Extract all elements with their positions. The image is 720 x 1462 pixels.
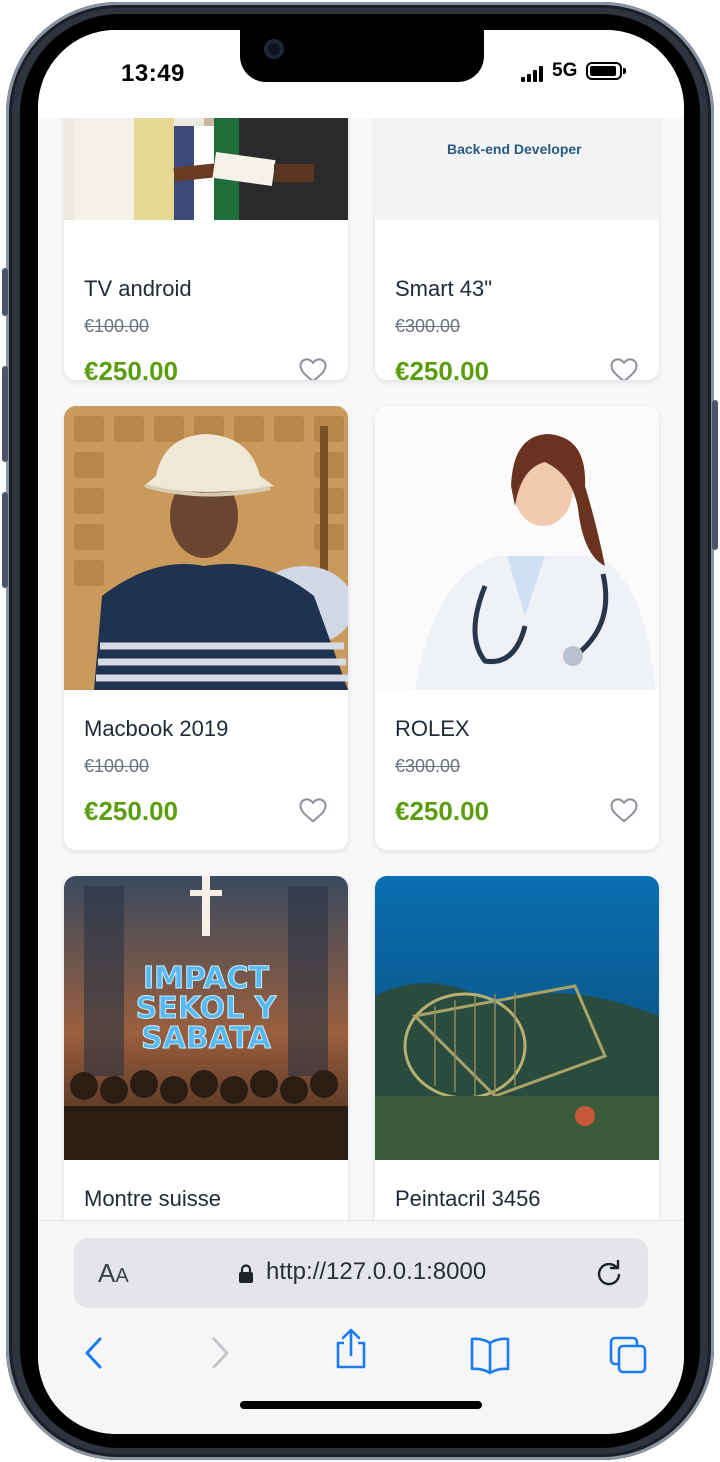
product-old-price: €300.00: [395, 756, 461, 776]
home-indicator[interactable]: [240, 1401, 482, 1409]
url-text[interactable]: http://127.0.0.1:8000: [266, 1258, 486, 1286]
status-bar: 13:49 5G: [38, 30, 684, 118]
product-image[interactable]: [375, 406, 659, 690]
reload-icon[interactable]: [594, 1258, 624, 1288]
product-title[interactable]: Smart 43": [395, 276, 492, 302]
network-label: 5G: [552, 60, 578, 81]
product-card[interactable]: ROLEX €300.00 €250.00: [375, 406, 659, 850]
svg-text:SABATA: SABATA: [141, 1021, 272, 1056]
product-card[interactable]: Macbook 2019 €100.00 €250.00: [64, 406, 348, 850]
status-time: 13:49: [121, 60, 185, 87]
battery-icon: [586, 62, 626, 80]
product-price: €250.00: [84, 356, 178, 380]
forward-icon[interactable]: [208, 1335, 232, 1371]
product-price: €250.00: [84, 796, 178, 826]
camera-icon: [264, 39, 284, 59]
banner-text: Back-end Developer: [447, 141, 582, 157]
product-card[interactable]: IMPACT SEKOL Y SABATA Montre suisse: [64, 876, 348, 1220]
heart-icon[interactable]: [298, 796, 328, 824]
product-title[interactable]: Macbook 2019: [84, 716, 228, 742]
product-price: €250.00: [395, 796, 489, 826]
bookmarks-icon[interactable]: [468, 1335, 512, 1375]
heart-icon[interactable]: [609, 356, 639, 380]
text-size-button[interactable]: AA: [98, 1258, 129, 1289]
screen: TV android €100.00 €250.00 Back-end Deve…: [38, 30, 684, 1434]
tabs-icon[interactable]: [608, 1335, 648, 1375]
side-button: [2, 268, 8, 316]
product-title[interactable]: Peintacril 3456: [395, 1186, 541, 1212]
product-old-price: €100.00: [84, 316, 150, 336]
power-button: [712, 400, 718, 550]
heart-icon[interactable]: [298, 356, 328, 380]
product-card[interactable]: Peintacril 3456: [375, 876, 659, 1220]
back-icon[interactable]: [82, 1335, 106, 1371]
product-image[interactable]: [64, 406, 348, 690]
volume-down-button: [2, 492, 8, 588]
product-price: €250.00: [395, 356, 489, 380]
product-old-price: €300.00: [395, 316, 461, 336]
dynamic-island: [240, 30, 484, 82]
browser-bottom-bar: AA http://127.0.0.1:8000: [38, 1220, 684, 1434]
product-title[interactable]: ROLEX: [395, 716, 470, 742]
product-title[interactable]: TV android: [84, 276, 192, 302]
address-bar[interactable]: AA http://127.0.0.1:8000: [74, 1238, 648, 1308]
product-image[interactable]: IMPACT SEKOL Y SABATA: [64, 876, 348, 1160]
share-icon[interactable]: [334, 1327, 368, 1371]
signal-icon: [521, 66, 543, 82]
lock-icon: [239, 1264, 253, 1283]
volume-up-button: [2, 366, 8, 462]
product-old-price: €100.00: [84, 756, 150, 776]
product-image[interactable]: [375, 876, 659, 1160]
product-grid: TV android €100.00 €250.00 Back-end Deve…: [38, 30, 684, 1220]
heart-icon[interactable]: [609, 796, 639, 824]
product-title[interactable]: Montre suisse: [84, 1186, 221, 1212]
